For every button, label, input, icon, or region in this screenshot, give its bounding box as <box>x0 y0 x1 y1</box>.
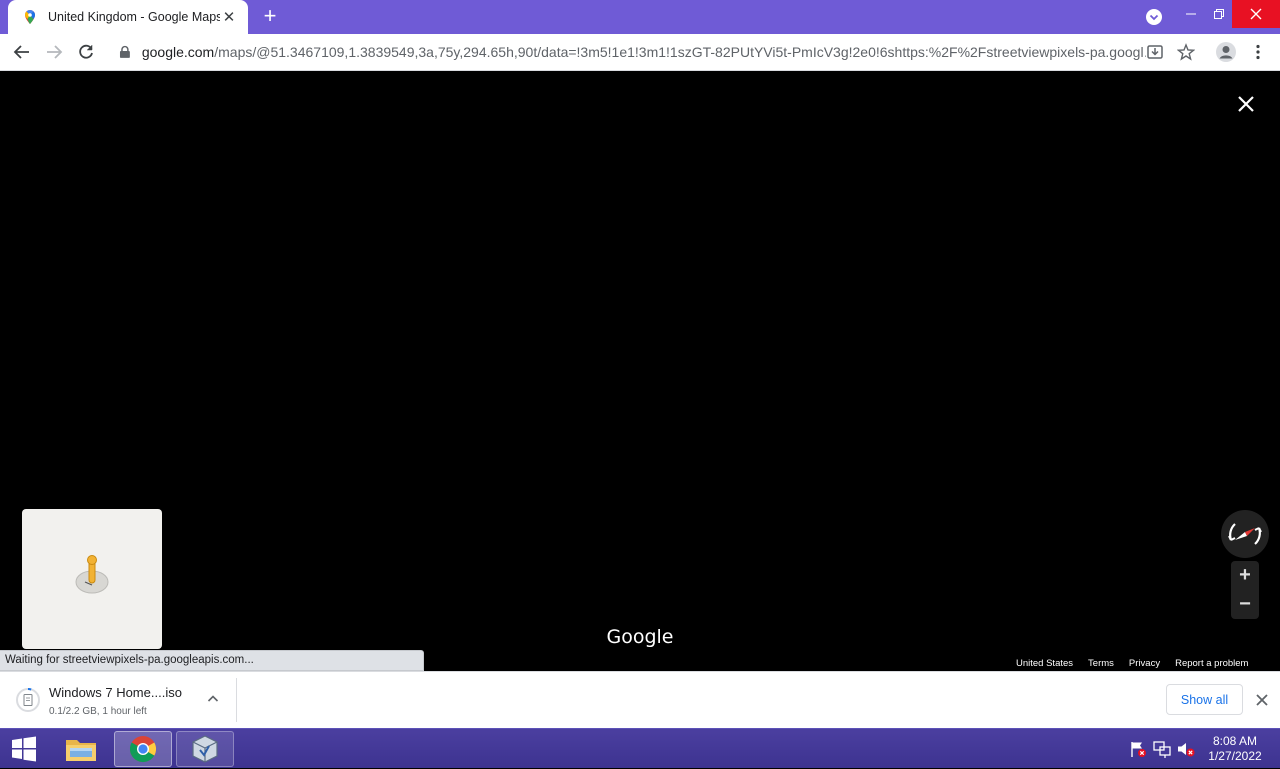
taskbar-virtualbox[interactable] <box>176 731 234 767</box>
taskbar-chrome[interactable] <box>114 731 172 767</box>
browser-titlebar: United Kingdom - Google Maps ✕ + <box>0 0 1280 34</box>
browser-toolbar: google.com/maps/@51.3467109,1.3839549,3a… <box>0 34 1280 71</box>
download-file-name: Windows 7 Home....iso <box>49 685 182 700</box>
close-street-view-icon[interactable] <box>1232 90 1260 118</box>
tab-title: United Kingdom - Google Maps <box>48 10 220 24</box>
clock-date: 1/27/2022 <box>1208 749 1262 763</box>
download-shelf: Windows 7 Home....iso 0.1/2.2 GB, 1 hour… <box>0 671 1280 728</box>
chrome-menu-button[interactable] <box>1243 34 1273 70</box>
arrow-left-icon <box>13 45 29 59</box>
footer-terms-link[interactable]: Terms <box>1088 658 1114 672</box>
tab-google-maps[interactable]: United Kingdom - Google Maps ✕ <box>8 0 248 34</box>
google-maps-pin-icon <box>25 10 35 24</box>
tab-search-dropdown-icon[interactable] <box>1143 6 1165 28</box>
minimap-thumbnail[interactable] <box>22 509 162 649</box>
url-path: /maps/@51.3467109,1.3839549,3a,75y,294.6… <box>214 44 1146 60</box>
footer-region-link[interactable]: United States <box>1016 658 1073 672</box>
system-clock[interactable]: 8:08 AM 1/27/2022 <box>1200 734 1270 764</box>
pegman-icon <box>75 555 109 594</box>
bookmark-button[interactable] <box>1171 34 1201 70</box>
chevron-up-icon[interactable] <box>204 690 222 708</box>
star-icon <box>1177 43 1195 61</box>
google-logo: Google <box>606 626 674 648</box>
clock-time: 8:08 AM <box>1212 734 1258 748</box>
url-domain: google.com <box>141 44 215 60</box>
show-all-downloads-button[interactable]: Show all <box>1166 684 1243 715</box>
profile-button[interactable] <box>1211 34 1241 70</box>
network-icon[interactable] <box>1152 739 1172 759</box>
window-close-button[interactable] <box>1232 0 1280 28</box>
map-footer-links: United States Terms Privacy Report a pro… <box>1016 658 1248 672</box>
file-icon <box>16 688 40 712</box>
close-download-shelf-icon[interactable] <box>1252 690 1272 710</box>
more-vert-icon <box>1256 44 1260 60</box>
url-text: google.com/maps/@51.3467109,1.3839549,3a… <box>142 44 1146 60</box>
install-app-button[interactable] <box>1140 34 1170 70</box>
zoom-out-button[interactable]: − <box>1231 590 1259 619</box>
windows-logo-icon <box>12 736 36 762</box>
arrow-right-icon <box>47 45 63 59</box>
download-item[interactable]: Windows 7 Home....iso 0.1/2.2 GB, 1 hour… <box>8 678 237 722</box>
taskbar-file-explorer[interactable] <box>52 731 110 767</box>
windows-taskbar: 8:08 AM 1/27/2022 <box>0 728 1280 768</box>
forward-button[interactable] <box>39 34 69 70</box>
lock-icon[interactable] <box>118 45 132 59</box>
volume-muted-icon[interactable] <box>1176 739 1196 759</box>
browser-status-bubble: Waiting for streetviewpixels-pa.googleap… <box>0 650 424 671</box>
zoom-control: + − <box>1231 561 1259 619</box>
address-bar[interactable]: google.com/maps/@51.3467109,1.3839549,3a… <box>108 37 1146 67</box>
action-center-flag-icon[interactable] <box>1128 739 1148 759</box>
footer-privacy-link[interactable]: Privacy <box>1129 658 1160 672</box>
back-button[interactable] <box>7 34 37 70</box>
reload-icon <box>79 44 93 59</box>
file-explorer-icon <box>66 740 96 761</box>
tab-close-icon[interactable]: ✕ <box>220 8 238 26</box>
footer-report-problem-link[interactable]: Report a problem <box>1175 658 1248 672</box>
chrome-icon <box>129 736 157 763</box>
compass-control[interactable] <box>1221 510 1269 558</box>
street-view-canvas[interactable] <box>0 71 1280 671</box>
virtualbox-icon <box>192 735 218 763</box>
zoom-in-button[interactable]: + <box>1231 561 1259 590</box>
new-tab-button[interactable]: + <box>258 5 282 28</box>
compass-icon <box>1228 523 1262 545</box>
install-icon <box>1147 45 1163 59</box>
download-progress-text: 0.1/2.2 GB, 1 hour left <box>49 706 147 717</box>
window-restore-button[interactable] <box>1202 0 1236 28</box>
reload-button[interactable] <box>71 34 101 70</box>
avatar-icon <box>1216 42 1236 62</box>
start-button[interactable] <box>0 729 48 769</box>
